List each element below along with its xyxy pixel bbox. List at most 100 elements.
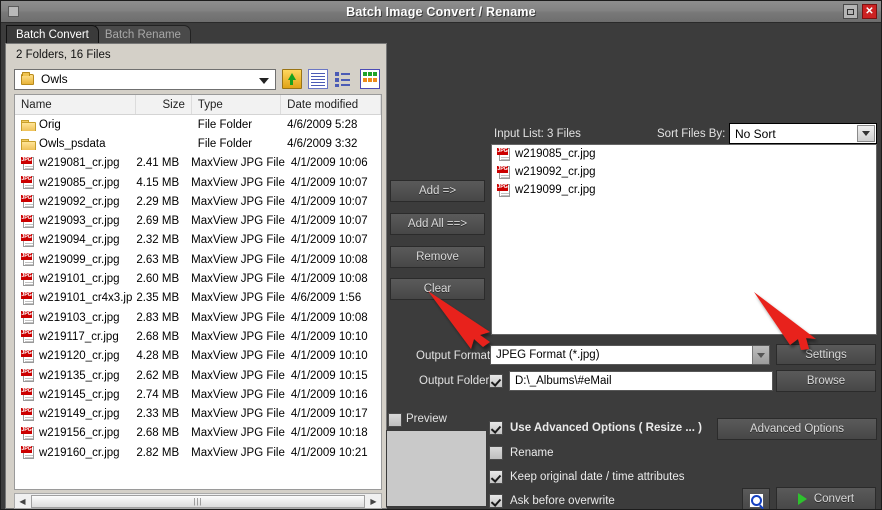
file-type-cell: MaxView JPG File [191, 427, 285, 440]
file-size-cell: 2.60 MB [136, 273, 180, 286]
table-row[interactable]: JPG w219094_cr.jpg 2.32 MB MaxView JPG File… [15, 231, 381, 250]
file-type-cell: MaxView JPG File [191, 311, 285, 324]
input-file-list[interactable]: JPG w219085_cr.jpg JPG w219092_cr.jpg JPG w21… [491, 144, 877, 335]
keep-original-date-checkbox[interactable] [489, 470, 503, 484]
table-row[interactable]: JPG w219117_cr.jpg 2.68 MB MaxView JPG File… [15, 327, 381, 346]
open-folder-icon[interactable] [282, 69, 302, 89]
file-browser-panel: 2 Folders, 16 Files Owls Name Size Type … [5, 43, 387, 509]
output-format-dropdown[interactable]: JPEG Format (*.jpg) [490, 345, 770, 365]
file-name-cell: JPG w219101_cr.jpg [15, 272, 132, 286]
add-all-button[interactable]: Add All ==> [390, 213, 485, 235]
table-row[interactable]: Orig File Folder 4/6/2009 5:28 [15, 115, 381, 134]
file-name-cell: JPG w219149_cr.jpg [15, 407, 132, 421]
file-size-cell: 2.32 MB [136, 234, 180, 247]
table-row[interactable]: JPG w219103_cr.jpg 2.83 MB MaxView JPG File… [15, 308, 381, 327]
file-name-text: w219093_cr.jpg [39, 215, 120, 228]
details-view-icon[interactable] [334, 69, 354, 89]
rename-checkbox[interactable] [489, 446, 503, 460]
jpg-file-icon: JPG [21, 407, 35, 421]
table-row[interactable]: Owls_psdata File Folder 4/6/2009 3:32 [15, 134, 381, 153]
rename-row[interactable]: Rename [489, 446, 553, 460]
chevron-down-icon[interactable] [752, 346, 769, 364]
file-name-text: w219135_cr.jpg [39, 369, 120, 382]
table-row[interactable]: JPG w219101_cr.jpg 2.60 MB MaxView JPG File… [15, 269, 381, 288]
output-folder-label: Output Folder: [419, 375, 493, 387]
jpg-file-icon: JPG [21, 156, 35, 170]
tab-batch-convert-label: Batch Convert [16, 28, 89, 41]
folder-dropdown[interactable]: Owls [14, 68, 276, 90]
output-folder-input[interactable]: D:\_Albums\#eMail [509, 371, 773, 391]
table-row[interactable]: JPG w219149_cr.jpg 2.33 MB MaxView JPG File… [15, 404, 381, 423]
table-row[interactable]: JPG w219160_cr.jpg 2.82 MB MaxView JPG File… [15, 443, 381, 462]
column-header-size[interactable]: Size [136, 95, 192, 114]
jpg-file-icon: JPG [497, 147, 511, 161]
restore-icon [847, 8, 854, 15]
jpg-file-icon: JPG [21, 446, 35, 460]
list-item[interactable]: JPG w219085_cr.jpg [492, 145, 876, 163]
file-size-cell: 2.82 MB [136, 446, 180, 459]
output-folder-checkbox[interactable] [489, 374, 503, 388]
add-button[interactable]: Add => [390, 180, 485, 202]
advanced-options-button[interactable]: Advanced Options [717, 418, 877, 440]
file-name-text: w219101_cr4x3.jpg [39, 292, 132, 305]
list-item[interactable]: JPG w219092_cr.jpg [492, 163, 876, 181]
preview-checkbox[interactable] [388, 413, 402, 427]
sort-files-by-dropdown[interactable]: No Sort [729, 123, 877, 144]
table-row[interactable]: JPG w219120_cr.jpg 4.28 MB MaxView JPG File… [15, 347, 381, 366]
table-row[interactable]: JPG w219099_cr.jpg 2.63 MB MaxView JPG File… [15, 250, 381, 269]
keep-original-date-row[interactable]: Keep original date / time attributes [489, 470, 685, 484]
file-date-cell: 4/1/2009 10:07 [290, 215, 368, 228]
remove-button[interactable]: Remove [390, 246, 485, 268]
table-row[interactable]: JPG w219085_cr.jpg 4.15 MB MaxView JPG File… [15, 173, 381, 192]
table-row[interactable]: JPG w219081_cr.jpg 2.41 MB MaxView JPG File… [15, 154, 381, 173]
jpg-file-icon: JPG [21, 349, 35, 363]
table-row[interactable]: JPG w219135_cr.jpg 2.62 MB MaxView JPG File… [15, 366, 381, 385]
restore-button[interactable] [843, 4, 858, 19]
file-name-cell: JPG w219093_cr.jpg [15, 214, 132, 228]
file-name-cell: Owls_psdata [15, 138, 136, 150]
column-header-date[interactable]: Date modified [281, 95, 381, 114]
use-advanced-options-row[interactable]: Use Advanced Options ( Resize ... ) [489, 421, 702, 435]
table-row[interactable]: JPG w219156_cr.jpg 2.68 MB MaxView JPG File… [15, 424, 381, 443]
preview-label: Preview [406, 413, 447, 425]
file-size-cell: 2.83 MB [136, 311, 180, 324]
tab-strip: Batch Convert Batch Rename [1, 23, 881, 43]
chevron-down-icon[interactable] [857, 125, 875, 142]
close-window-button[interactable]: ✕ [862, 4, 877, 19]
output-folder-value: D:\_Albums\#eMail [515, 375, 612, 387]
file-name-text: w219120_cr.jpg [39, 350, 120, 363]
use-advanced-options-checkbox[interactable] [489, 421, 503, 435]
table-row[interactable]: JPG w219101_cr4x3.jpg 2.35 MB MaxView JPG F… [15, 289, 381, 308]
file-date-cell: 4/1/2009 10:15 [290, 369, 368, 382]
tab-batch-rename[interactable]: Batch Rename [94, 25, 191, 43]
table-row[interactable]: JPG w219092_cr.jpg 2.29 MB MaxView JPG File… [15, 192, 381, 211]
file-size-cell: 2.69 MB [136, 215, 180, 228]
table-row[interactable]: JPG w219145_cr.jpg 2.74 MB MaxView JPG File… [15, 385, 381, 404]
file-name-cell: JPG w219120_cr.jpg [15, 349, 132, 363]
list-view-icon[interactable] [308, 69, 328, 89]
file-size-cell: 2.62 MB [136, 369, 180, 382]
file-size-cell: 2.35 MB [136, 292, 180, 305]
settings-button[interactable]: Settings [776, 344, 876, 365]
folder-file-count: 2 Folders, 16 Files [16, 49, 111, 61]
remove-button-label: Remove [416, 251, 459, 263]
column-header-name[interactable]: Name [15, 95, 136, 114]
jpg-file-icon: JPG [21, 369, 35, 382]
file-list[interactable]: Name Size Type Date modified Orig File Fo… [14, 94, 382, 490]
chevron-down-icon [259, 77, 269, 84]
file-type-cell: MaxView JPG File [191, 408, 285, 421]
input-list-label: Input List: 3 Files [494, 128, 581, 140]
browse-button[interactable]: Browse [776, 370, 876, 392]
file-name-cell: JPG w219092_cr.jpg [15, 195, 132, 209]
file-date-cell: 4/6/2009 5:28 [287, 118, 358, 131]
column-header-type[interactable]: Type [192, 95, 282, 114]
table-row[interactable]: JPG w219093_cr.jpg 2.69 MB MaxView JPG File… [15, 211, 381, 230]
file-list-body: Orig File Folder 4/6/2009 5:28 Owls_psdata F… [15, 115, 381, 462]
tab-batch-convert[interactable]: Batch Convert [6, 25, 99, 43]
file-name-cell: JPG w219103_cr.jpg [15, 311, 132, 325]
thumbnails-view-icon[interactable] [360, 69, 380, 89]
list-item[interactable]: JPG w219099_cr.jpg [492, 181, 876, 199]
folder-dropdown-value: Owls [41, 72, 68, 86]
file-date-cell: 4/6/2009 1:56 [290, 292, 362, 305]
clear-button[interactable]: Clear [390, 278, 485, 300]
